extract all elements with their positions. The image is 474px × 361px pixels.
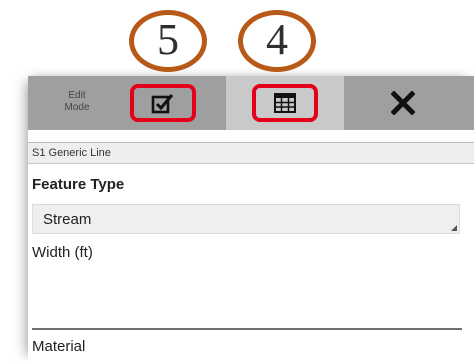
width-input[interactable] bbox=[32, 272, 460, 322]
material-label: Material bbox=[32, 338, 86, 355]
edit-mode-label: Edit Mode bbox=[54, 90, 100, 114]
feature-type-value: Stream bbox=[43, 211, 92, 228]
layer-title-bar: S1 Generic Line bbox=[28, 142, 474, 164]
edit-check-button[interactable] bbox=[130, 84, 196, 122]
edit-mode-line2: Mode bbox=[64, 102, 90, 113]
table-grid-icon bbox=[274, 93, 296, 113]
table-view-button[interactable] bbox=[252, 84, 318, 122]
feature-type-select[interactable]: Stream bbox=[32, 204, 460, 234]
close-button[interactable] bbox=[376, 84, 430, 122]
width-label: Width (ft) bbox=[32, 244, 93, 261]
callout-5: 5 bbox=[129, 10, 207, 72]
feature-type-label: Feature Type bbox=[32, 176, 125, 193]
attribute-panel: Edit Mode S1 Generic Line Feature Type S… bbox=[28, 76, 474, 361]
callout-4: 4 bbox=[238, 10, 316, 72]
callout-number-5: 5 bbox=[157, 15, 179, 64]
checkbox-check-icon bbox=[151, 92, 175, 114]
close-x-icon bbox=[391, 91, 415, 115]
layer-title: S1 Generic Line bbox=[32, 147, 111, 159]
width-input-underline bbox=[32, 328, 462, 330]
callout-number-4: 4 bbox=[266, 15, 288, 64]
dropdown-corner-icon bbox=[451, 225, 457, 231]
toolbar: Edit Mode bbox=[28, 76, 474, 130]
edit-mode-line1: Edit bbox=[68, 90, 86, 101]
